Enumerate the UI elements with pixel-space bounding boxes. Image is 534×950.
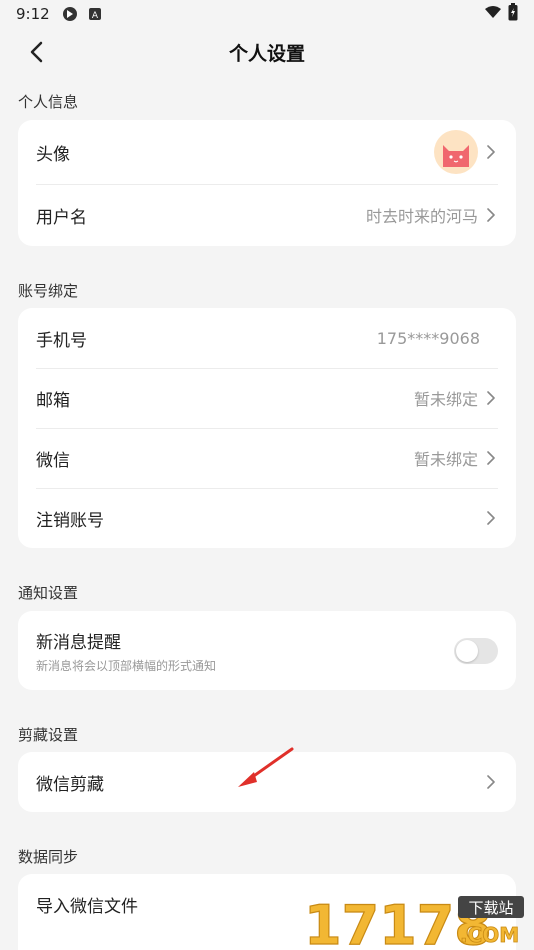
avatar (434, 130, 478, 174)
new-message-desc: 新消息将会以顶部横幅的形式通知 (36, 658, 217, 673)
watermark-logo: 17178 下载站 .COM (300, 888, 530, 950)
username-row[interactable]: 用户名 时去时来的河马 (18, 184, 516, 246)
svg-text:A: A (92, 11, 99, 21)
toggle-knob (456, 639, 478, 662)
phone-value: 175****9068 (376, 328, 480, 348)
phone-label: 手机号 (36, 330, 87, 351)
wechat-label: 微信 (36, 450, 70, 471)
svg-text:.COM: .COM (460, 923, 519, 947)
phone-row[interactable]: 手机号 175****9068 (18, 308, 516, 368)
import-wechat-file-label: 导入微信文件 (36, 896, 138, 917)
section-label-notify: 通知设置 (18, 584, 79, 602)
chevron-right-icon (484, 511, 498, 525)
back-button[interactable] (22, 38, 50, 66)
chevron-right-icon (484, 451, 498, 465)
new-message-toggle[interactable] (454, 637, 498, 664)
chevron-right-icon (484, 391, 498, 405)
chevron-right-icon (484, 208, 498, 222)
svg-text:下载站: 下载站 (468, 899, 513, 917)
profile-card: 头像 用户名 时去时来的河马 (18, 120, 516, 246)
new-message-label: 新消息提醒 (36, 632, 121, 653)
chevron-left-icon (30, 41, 43, 63)
notify-card: 新消息提醒 新消息将会以顶部横幅的形式通知 (18, 611, 516, 690)
chevron-right-icon (484, 775, 498, 789)
section-label-profile: 个人信息 (18, 93, 79, 111)
chevron-right-icon (484, 145, 498, 159)
wifi-icon (484, 5, 502, 23)
app-notification-icon (62, 6, 78, 22)
account-card: 手机号 175****9068 邮箱 暂未绑定 微信 暂未绑定 注销账号 (18, 308, 516, 548)
new-message-row: 新消息提醒 新消息将会以顶部横幅的形式通知 (18, 611, 516, 690)
wechat-clip-label: 微信剪藏 (36, 774, 104, 795)
username-label: 用户名 (36, 207, 87, 228)
nav-bar: 个人设置 (0, 28, 534, 76)
status-time: 9:12 (16, 5, 50, 23)
section-label-clip: 剪藏设置 (18, 726, 79, 744)
battery-icon (508, 3, 518, 25)
page-title: 个人设置 (228, 42, 305, 65)
delete-account-label: 注销账号 (36, 510, 104, 531)
cat-avatar-icon (443, 145, 469, 167)
wechat-row[interactable]: 微信 暂未绑定 (18, 428, 516, 488)
email-row[interactable]: 邮箱 暂未绑定 (18, 368, 516, 428)
section-label-sync: 数据同步 (18, 848, 79, 866)
annotation-arrow-icon (238, 747, 294, 787)
section-label-account: 账号绑定 (18, 282, 79, 300)
delete-account-row[interactable]: 注销账号 (18, 488, 516, 548)
status-bar: 9:12 A (0, 0, 534, 28)
a-notification-icon: A (88, 7, 102, 21)
avatar-label: 头像 (36, 144, 70, 165)
avatar-row[interactable]: 头像 (18, 120, 516, 184)
email-value: 暂未绑定 (413, 390, 478, 409)
wechat-value: 暂未绑定 (413, 450, 478, 469)
email-label: 邮箱 (36, 390, 70, 411)
username-value: 时去时来的河马 (365, 207, 478, 226)
